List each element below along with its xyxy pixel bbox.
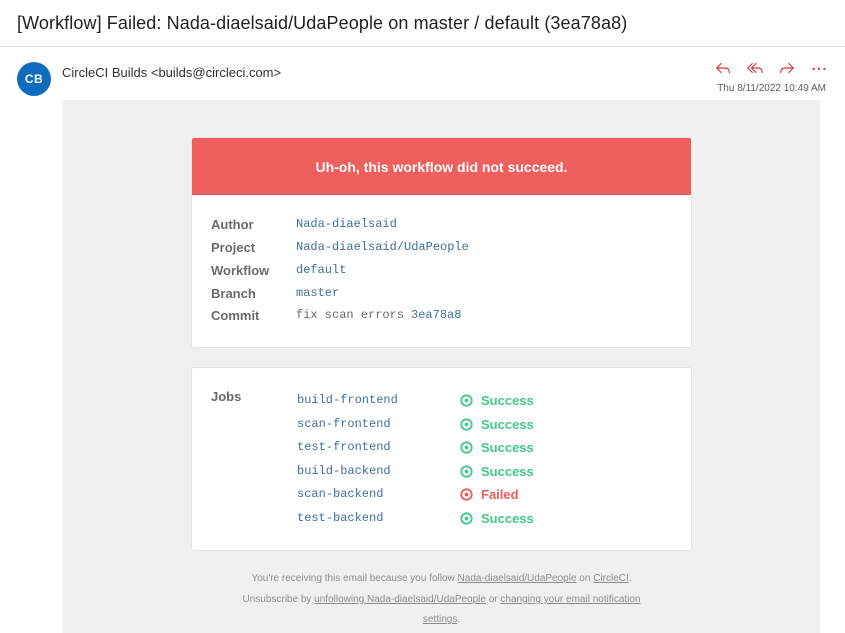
status-label: Success: [481, 463, 534, 479]
job-row: scan-frontend Success: [297, 414, 677, 434]
status-label: Failed: [481, 486, 519, 502]
status-success: Success: [460, 417, 534, 432]
author-link[interactable]: Nada-diaelsaid: [296, 217, 397, 231]
footer-line-3: settings.: [63, 614, 820, 625]
footer-text: .: [628, 573, 632, 584]
success-icon: [460, 417, 481, 431]
job-name-link[interactable]: build-backend: [297, 464, 460, 478]
footer-project-link[interactable]: Nada-diaelsaid/UdaPeople: [458, 573, 577, 584]
email-subject: [Workflow] Failed: Nada-diaelsaid/UdaPeo…: [17, 12, 628, 33]
commit-label: Commit: [211, 307, 260, 323]
job-name-link[interactable]: test-backend: [297, 511, 460, 525]
project-label: Project: [211, 239, 256, 255]
commit-hash-link[interactable]: 3ea78a8: [411, 308, 461, 322]
author-row: Author Nada-diaelsaid: [211, 214, 397, 234]
project-link[interactable]: Nada-diaelsaid/UdaPeople: [296, 240, 469, 254]
branch-label: Branch: [211, 285, 256, 301]
message-date: Thu 8/11/2022 10:49 AM: [717, 83, 826, 94]
commit-message: fix scan errors: [296, 308, 405, 322]
reply-all-icon[interactable]: [745, 58, 765, 78]
workflow-label: Workflow: [211, 262, 270, 278]
avatar[interactable]: CB: [17, 62, 51, 96]
job-row: build-backend Success: [297, 461, 677, 481]
status-success: Success: [460, 440, 534, 455]
job-name-link[interactable]: scan-frontend: [297, 417, 460, 431]
sender[interactable]: CircleCI Builds <builds@circleci.com>: [62, 65, 281, 80]
notification-settings-link-end[interactable]: settings: [423, 614, 457, 625]
status-label: Success: [481, 416, 534, 432]
project-row: Project Nada-diaelsaid/UdaPeople: [211, 237, 469, 257]
failed-icon: [460, 487, 481, 501]
footer-text: You're receiving this email because you …: [251, 573, 458, 584]
status-success: Success: [460, 464, 534, 479]
jobs-label: Jobs: [211, 389, 242, 404]
success-icon: [460, 511, 481, 525]
success-icon: [460, 440, 481, 454]
jobs-card: Jobs build-frontend Success scan-frontend S…: [191, 367, 692, 551]
job-row: test-frontend Success: [297, 437, 677, 457]
forward-icon[interactable]: [777, 58, 797, 78]
status-label: Success: [481, 510, 534, 526]
reply-icon[interactable]: [713, 58, 733, 78]
unfollow-link[interactable]: unfollowing Nada-diaelsaid/UdaPeople: [314, 594, 486, 605]
footer-circleci-link[interactable]: CircleCI: [593, 573, 629, 584]
commit-row: Commit fix scan errors 3ea78a8: [211, 305, 461, 325]
footer-text: or: [485, 594, 501, 605]
job-row: test-backend Success: [297, 508, 677, 528]
footer-text: Unsubscribe by: [242, 594, 315, 605]
footer-text: on: [576, 573, 594, 584]
status-success: Success: [460, 511, 534, 526]
workflow-row: Workflow default: [211, 260, 346, 280]
notification-settings-link[interactable]: changing your email notification: [500, 594, 640, 605]
message-header: CB CircleCI Builds <builds@circleci.com>…: [0, 48, 845, 100]
job-name-link[interactable]: test-frontend: [297, 440, 460, 454]
workflow-link[interactable]: default: [296, 263, 346, 277]
status-failed: Failed: [460, 487, 519, 502]
status-label: Success: [481, 392, 534, 408]
author-label: Author: [211, 216, 254, 232]
footer-line-1: You're receiving this email because you …: [63, 573, 820, 584]
footer-text: .: [457, 614, 461, 625]
branch-link[interactable]: master: [296, 286, 339, 300]
job-name-link[interactable]: scan-backend: [297, 487, 460, 501]
message-actions: [713, 58, 829, 78]
more-icon[interactable]: [809, 58, 829, 78]
success-icon: [460, 464, 481, 478]
job-row: build-frontend Success: [297, 390, 677, 410]
workflow-summary-card: Uh-oh, this workflow did not succeed. Au…: [191, 137, 692, 348]
success-icon: [460, 393, 481, 407]
subject-bar: [Workflow] Failed: Nada-diaelsaid/UdaPeo…: [0, 0, 845, 47]
job-name-link[interactable]: build-frontend: [297, 393, 460, 407]
footer-line-2: Unsubscribe by unfollowing Nada-diaelsai…: [63, 594, 820, 605]
job-row: scan-backend Failed: [297, 484, 677, 504]
status-label: Success: [481, 439, 534, 455]
failure-banner: Uh-oh, this workflow did not succeed.: [192, 138, 691, 195]
branch-row: Branch master: [211, 283, 339, 303]
status-success: Success: [460, 393, 534, 408]
